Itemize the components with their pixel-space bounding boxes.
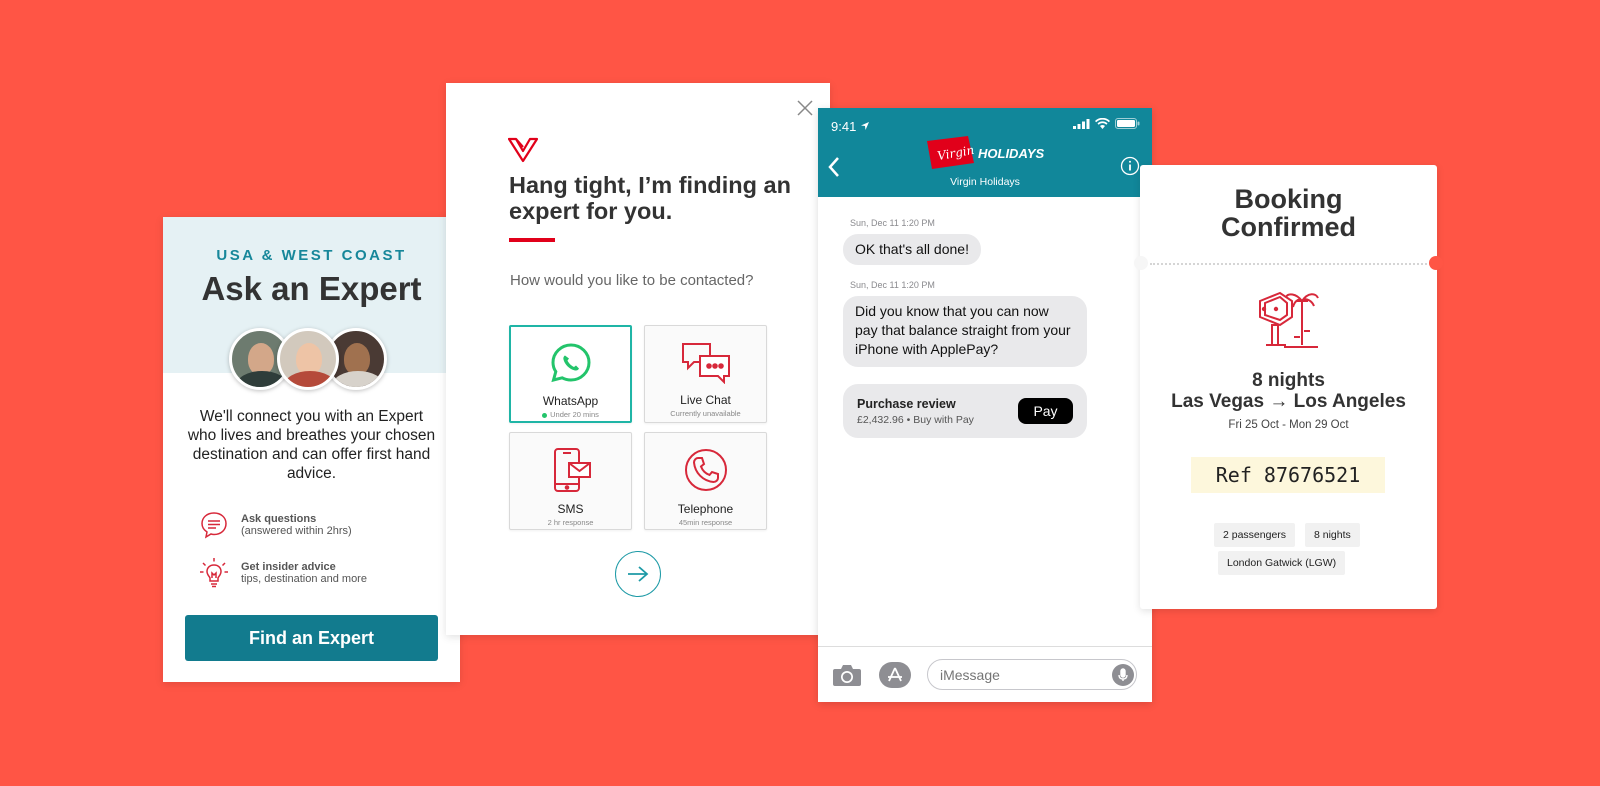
region-label: USA & WEST COAST bbox=[216, 247, 407, 264]
trip-nights: 8 nights bbox=[1252, 370, 1325, 391]
option-label: Telephone bbox=[677, 502, 734, 516]
option-label: Live Chat bbox=[680, 393, 731, 407]
purchase-review-title: Purchase review bbox=[857, 397, 956, 411]
option-live-chat[interactable]: Live Chat Currently unavailable bbox=[644, 325, 767, 423]
expert-avatar bbox=[277, 328, 339, 390]
iphone-messages-screen: 9:41 Virgin HOLIDAYS Virgin Holidays Sun… bbox=[818, 108, 1152, 702]
message-bubble: Did you know that you can now pay that b… bbox=[843, 296, 1087, 367]
imessage-input[interactable] bbox=[927, 659, 1137, 690]
virgin-v-logo-icon bbox=[507, 137, 539, 168]
nights-tag: 8 nights bbox=[1305, 523, 1360, 547]
feature-insider-advice: Get insider advice tips, destination and… bbox=[199, 557, 367, 589]
feature-title: Get insider advice bbox=[241, 561, 336, 573]
whatsapp-icon bbox=[550, 343, 591, 383]
contact-method-card: Hang tight, I’m finding an expert for yo… bbox=[446, 83, 830, 635]
lightbulb-icon bbox=[199, 557, 229, 589]
ask-expert-card: USA & WEST COAST Ask an Expert We'll con… bbox=[163, 217, 460, 682]
status-icons bbox=[1073, 118, 1140, 129]
close-icon[interactable] bbox=[796, 99, 814, 117]
app-store-icon[interactable] bbox=[879, 662, 911, 688]
option-label: SMS bbox=[557, 502, 584, 516]
brand-holidays-text: HOLIDAYS bbox=[978, 145, 1045, 161]
headline-underline bbox=[509, 238, 555, 242]
airport-tag: London Gatwick (LGW) bbox=[1218, 551, 1346, 575]
las-vegas-sign-icon bbox=[1256, 287, 1320, 356]
virgin-holidays-logo: Virgin HOLIDAYS bbox=[924, 135, 1044, 171]
option-whatsapp[interactable]: WhatsApp Under 20 mins bbox=[509, 325, 632, 423]
mobile-message-icon bbox=[553, 448, 591, 492]
info-icon[interactable] bbox=[1120, 156, 1140, 181]
next-arrow-button[interactable] bbox=[615, 551, 661, 597]
find-expert-button[interactable]: Find an Expert bbox=[185, 615, 438, 661]
option-sub: Under 20 mins bbox=[511, 410, 630, 419]
trip-dates: Fri 25 Oct - Mon 29 Oct bbox=[1228, 419, 1349, 431]
virgin-logo-icon: Virgin bbox=[927, 136, 975, 169]
telephone-icon bbox=[684, 449, 727, 491]
option-label: WhatsApp bbox=[542, 394, 599, 408]
contact-question: How would you like to be contacted? bbox=[510, 272, 754, 289]
microphone-icon[interactable] bbox=[1112, 664, 1134, 686]
message-bubble: OK that's all done! bbox=[843, 234, 981, 265]
message-timestamp: Sun, Dec 11 1:20 PM bbox=[850, 218, 935, 228]
feature-ask-questions: Ask questions (answered within 2hrs) bbox=[199, 509, 352, 541]
messages-header: 9:41 Virgin HOLIDAYS Virgin Holidays bbox=[818, 108, 1152, 197]
status-time: 9:41 bbox=[831, 119, 870, 134]
apple-pay-button[interactable]: Pay bbox=[1018, 398, 1073, 424]
ask-expert-title: Ask an Expert bbox=[201, 270, 422, 307]
feature-subtitle: tips, destination and more bbox=[241, 573, 367, 585]
ticket-notch bbox=[1134, 256, 1148, 270]
chat-bubbles-icon bbox=[681, 343, 730, 385]
speech-bubble-icon bbox=[199, 509, 229, 541]
camera-icon[interactable] bbox=[832, 663, 862, 692]
passengers-tag: 2 passengers bbox=[1214, 523, 1296, 547]
online-dot-icon bbox=[542, 412, 548, 418]
ticket-notch bbox=[1429, 256, 1443, 270]
option-telephone[interactable]: Telephone 45min response bbox=[644, 432, 767, 530]
location-arrow-icon bbox=[860, 122, 869, 130]
feature-subtitle: (answered within 2hrs) bbox=[241, 525, 352, 537]
contact-name: Virgin Holidays bbox=[950, 176, 1020, 188]
purchase-review-bubble[interactable]: Purchase review £2,432.96 • Buy with Pay… bbox=[843, 384, 1087, 438]
booking-confirmed-card: Booking Confirmed 8 nights Las Vegas → L… bbox=[1134, 165, 1443, 609]
option-sub: 45min response bbox=[678, 518, 733, 527]
trip-route: Las Vegas → Los Angeles bbox=[1171, 391, 1406, 412]
ticket-perforation bbox=[1150, 263, 1427, 265]
expert-avatars bbox=[229, 328, 389, 390]
battery-icon bbox=[1115, 118, 1140, 129]
signal-icon bbox=[1073, 118, 1090, 129]
option-sms[interactable]: SMS 2 hr response bbox=[509, 432, 632, 530]
booking-reference: Ref 87676521 bbox=[1191, 457, 1385, 493]
finding-expert-headline: Hang tight, I’m finding an expert for yo… bbox=[509, 172, 791, 224]
arrow-right-icon bbox=[628, 566, 649, 582]
message-input-bar bbox=[818, 646, 1152, 702]
option-sub: 2 hr response bbox=[547, 518, 594, 527]
message-timestamp: Sun, Dec 11 1:20 PM bbox=[850, 280, 935, 290]
wifi-icon bbox=[1095, 118, 1110, 129]
option-sub: Currently unavailable bbox=[670, 409, 741, 418]
booking-title: Booking Confirmed bbox=[1221, 184, 1356, 242]
purchase-review-detail: £2,432.96 • Buy with Pay bbox=[857, 414, 974, 426]
feature-title: Ask questions bbox=[241, 513, 317, 525]
